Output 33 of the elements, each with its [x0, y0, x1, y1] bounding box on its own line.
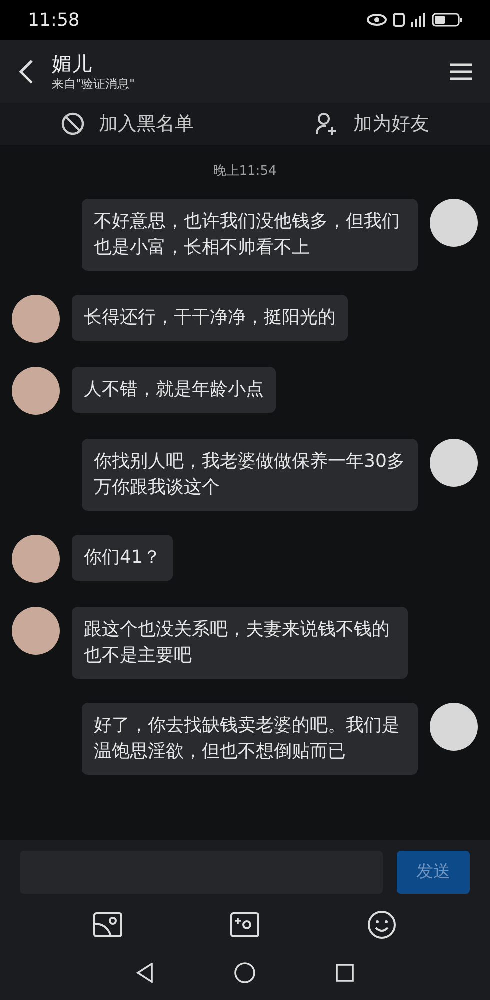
camera-icon[interactable]: [230, 912, 260, 938]
message-bubble: 人不错，就是年龄小点: [72, 366, 276, 412]
avatar[interactable]: [12, 606, 60, 654]
message-bubble: 你找别人吧，我老婆做做保养一年30多万你跟我谈这个: [82, 438, 418, 510]
battery-icon: [432, 13, 462, 27]
avatar[interactable]: [430, 438, 478, 486]
avatar[interactable]: [430, 702, 478, 750]
back-icon[interactable]: [18, 58, 34, 84]
avatar[interactable]: [12, 366, 60, 414]
add-friend-button[interactable]: 加为好友: [315, 110, 430, 138]
message-bubble: 你们41？: [72, 534, 173, 580]
contact-name: 媚儿: [52, 52, 93, 76]
nfc-icon: [393, 13, 405, 27]
image-icon[interactable]: [93, 912, 124, 938]
message-bubble: 长得还行，干干净净，挺阳光的: [72, 294, 348, 340]
nav-back-icon[interactable]: [136, 962, 154, 982]
eye-icon: [367, 14, 387, 26]
avatar[interactable]: [12, 294, 60, 342]
signal-icon: [411, 13, 426, 27]
avatar[interactable]: [12, 534, 60, 582]
menu-icon[interactable]: [450, 62, 472, 80]
emoji-icon[interactable]: [366, 910, 397, 940]
message-timestamp: 晚上11:54: [213, 163, 277, 181]
blacklist-button[interactable]: 加入黑名单: [60, 110, 194, 138]
avatar[interactable]: [430, 198, 478, 246]
nav-recents-icon[interactable]: [336, 964, 354, 982]
nav-home-icon[interactable]: [234, 962, 256, 984]
contact-source: 来自"验证消息": [52, 76, 136, 92]
message-bubble: 好了，你去找缺钱卖老婆的吧。我们是温饱思淫欲，但也不想倒贴而已: [82, 702, 418, 774]
block-icon: [60, 112, 85, 136]
message-bubble: 跟这个也没关系吧，夫妻来说钱不钱的也不是主要吧: [72, 606, 408, 678]
message-bubble: 不好意思，也许我们没他钱多，但我们也是小富，长相不帅看不上: [82, 198, 418, 270]
status-time: 11:58: [28, 8, 80, 32]
